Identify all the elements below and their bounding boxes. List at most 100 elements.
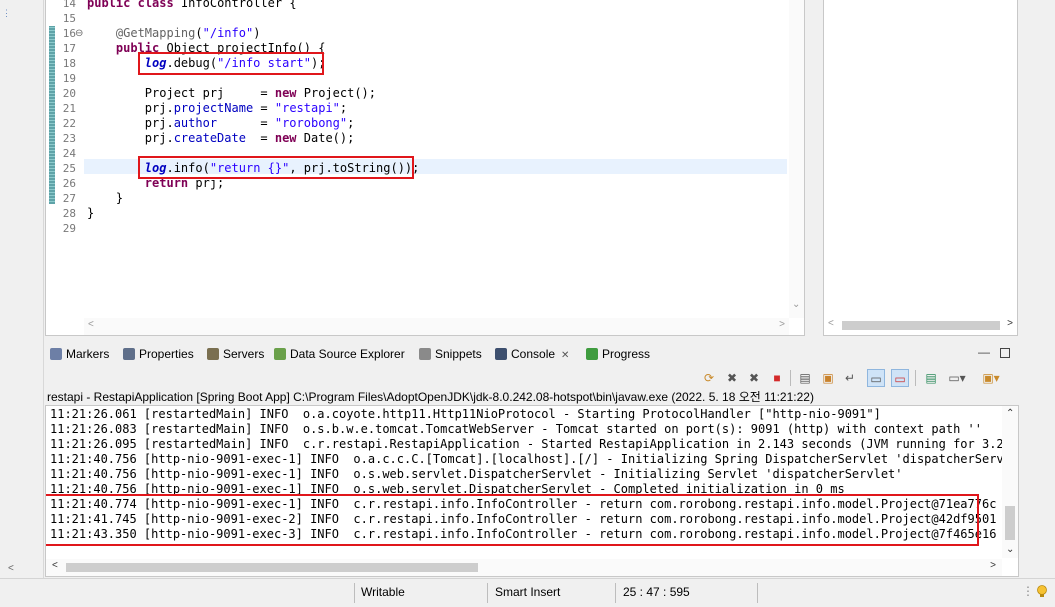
line-number: 20: [62, 87, 76, 100]
maximize-icon[interactable]: [1000, 348, 1010, 358]
tab-label: Console: [511, 347, 556, 361]
line-number: 17: [62, 42, 76, 55]
pin-console-icon[interactable]: ▤: [922, 369, 940, 387]
code-line[interactable]: prj.author = "rorobong";: [87, 116, 355, 131]
code-line[interactable]: prj.projectName = "restapi";: [87, 101, 347, 116]
minimize-icon[interactable]: —: [978, 345, 990, 359]
toolbar-separator: [790, 370, 791, 386]
fold-collapse-icon[interactable]: ⊖: [75, 28, 83, 39]
scroll-left-arrow-icon[interactable]: <: [52, 560, 58, 571]
tab-console[interactable]: Console ✕: [495, 345, 569, 363]
scroll-right-arrow-icon[interactable]: >: [990, 560, 996, 571]
tab-label: Snippets: [435, 347, 482, 361]
close-icon[interactable]: ✕: [561, 350, 569, 361]
tab-label: Progress: [602, 347, 651, 361]
scrollbar-thumb[interactable]: [66, 563, 478, 572]
code-line[interactable]: Project prj = new Project();: [87, 86, 376, 101]
line-number: 15: [62, 12, 76, 25]
word-wrap-icon[interactable]: ↵: [841, 369, 859, 387]
tab-data-source-explorer[interactable]: Data Source Explorer: [274, 345, 405, 363]
line-number: 28: [62, 207, 76, 220]
scroll-right-arrow-icon[interactable]: >: [1007, 318, 1013, 329]
line-number: 24: [62, 147, 76, 160]
progress-icon: [586, 348, 598, 360]
tab-snippets[interactable]: Snippets: [419, 345, 482, 363]
editor-vertical-scrollbar[interactable]: ⌄: [789, 0, 804, 318]
toolbar-separator: [915, 370, 916, 386]
markers-icon: [50, 348, 62, 360]
tab-properties[interactable]: Properties: [123, 345, 194, 363]
console-log-line: 11:21:40.756 [http-nio-9091-exec-1] INFO…: [50, 467, 903, 481]
console-horizontal-scrollbar[interactable]: < >: [46, 559, 1002, 576]
line-number: 23: [62, 132, 76, 145]
tab-servers[interactable]: Servers: [207, 345, 264, 363]
outline-horizontal-scrollbar[interactable]: < >: [824, 317, 1017, 334]
bottom-view-tabs: Markers Properties Servers Data Source E…: [45, 342, 1019, 366]
line-number: 18: [62, 57, 76, 70]
console-log-line: 11:21:26.095 [restartedMain] INFO c.r.re…: [50, 437, 1019, 451]
status-separator: [757, 583, 758, 603]
scroll-right-arrow-icon[interactable]: >: [779, 319, 785, 330]
status-separator: [615, 583, 616, 603]
code-line[interactable]: public class InfoController {: [87, 0, 297, 11]
highlight-box-console-returns: [46, 494, 979, 546]
remove-all-launches-icon[interactable]: ✖: [745, 369, 763, 387]
clear-console-icon[interactable]: ▤: [796, 369, 814, 387]
scroll-left-arrow-icon[interactable]: <: [8, 563, 14, 574]
console-vertical-scrollbar[interactable]: ⌃ ⌄: [1002, 406, 1018, 558]
status-separator: [487, 583, 488, 603]
remove-launch-icon[interactable]: ✖: [723, 369, 741, 387]
servers-icon: [207, 348, 219, 360]
terminate-icon[interactable]: ■: [768, 369, 786, 387]
highlight-box-log-debug: [138, 52, 324, 75]
scrollbar-thumb[interactable]: [842, 321, 1000, 330]
code-editor[interactable]: 14 15 16 ⊖ 17 18 19 20 21 22 23 24 25 26…: [45, 0, 805, 336]
console-output[interactable]: 11:21:26.061 [restartedMain] INFO o.a.co…: [45, 405, 1019, 577]
properties-icon: [123, 348, 135, 360]
scroll-left-arrow-icon[interactable]: <: [828, 318, 834, 329]
scrollbar-thumb[interactable]: [1005, 506, 1015, 540]
line-number: 21: [62, 102, 76, 115]
line-number: 26: [62, 177, 76, 190]
code-line[interactable]: }: [87, 191, 123, 206]
snippets-icon: [419, 348, 431, 360]
status-cursor-position: 25 : 47 : 595: [623, 585, 690, 599]
scroll-down-arrow-icon[interactable]: ⌄: [1006, 544, 1014, 555]
console-log-line: 11:21:26.061 [restartedMain] INFO o.a.co…: [50, 407, 881, 421]
data-source-icon: [274, 348, 286, 360]
open-console-icon[interactable]: ▣▾: [982, 369, 1000, 387]
line-number: 14: [62, 0, 76, 10]
code-line[interactable]: prj.createDate = new Date();: [87, 131, 355, 146]
tab-progress[interactable]: Progress: [586, 345, 650, 363]
tab-markers[interactable]: Markers: [50, 345, 109, 363]
tab-label: Markers: [66, 347, 110, 361]
scroll-up-arrow-icon[interactable]: ⌃: [1006, 408, 1014, 419]
line-number: 19: [62, 72, 76, 85]
relaunch-icon[interactable]: ⟳: [700, 369, 718, 387]
status-separator: [354, 583, 355, 603]
status-menu-dots-icon[interactable]: ⋮: [1022, 584, 1034, 598]
status-bar: Writable Smart Insert 25 : 47 : 595 ⋮: [0, 578, 1055, 607]
line-number: 16: [62, 27, 76, 40]
code-line[interactable]: }: [87, 206, 94, 221]
status-insert-mode: Smart Insert: [495, 585, 561, 599]
scroll-left-arrow-icon[interactable]: <: [88, 319, 94, 330]
display-selected-console-icon[interactable]: ▭▾: [948, 369, 966, 387]
code-line[interactable]: @GetMapping("/info"): [87, 26, 261, 41]
line-number: 25: [62, 162, 76, 175]
show-on-output-icon[interactable]: ▭: [867, 369, 885, 387]
console-launch-header: restapi - RestapiApplication [Spring Boo…: [47, 390, 814, 404]
show-on-error-icon[interactable]: ▭: [891, 369, 909, 387]
line-number: 27: [62, 192, 76, 205]
highlight-box-log-info: [138, 156, 414, 179]
right-gutter: [1020, 336, 1055, 578]
tab-label: Data Source Explorer: [290, 347, 405, 361]
console-icon: [495, 348, 507, 360]
line-number: 29: [62, 222, 76, 235]
tab-label: Properties: [139, 347, 194, 361]
editor-horizontal-scrollbar[interactable]: < >: [84, 318, 789, 335]
console-log-line: 11:21:26.083 [restartedMain] INFO o.s.b.…: [50, 422, 982, 436]
scroll-lock-icon[interactable]: ▣: [819, 369, 837, 387]
scroll-down-arrow-icon[interactable]: ⌄: [792, 299, 800, 310]
lightbulb-icon[interactable]: [1036, 585, 1048, 599]
